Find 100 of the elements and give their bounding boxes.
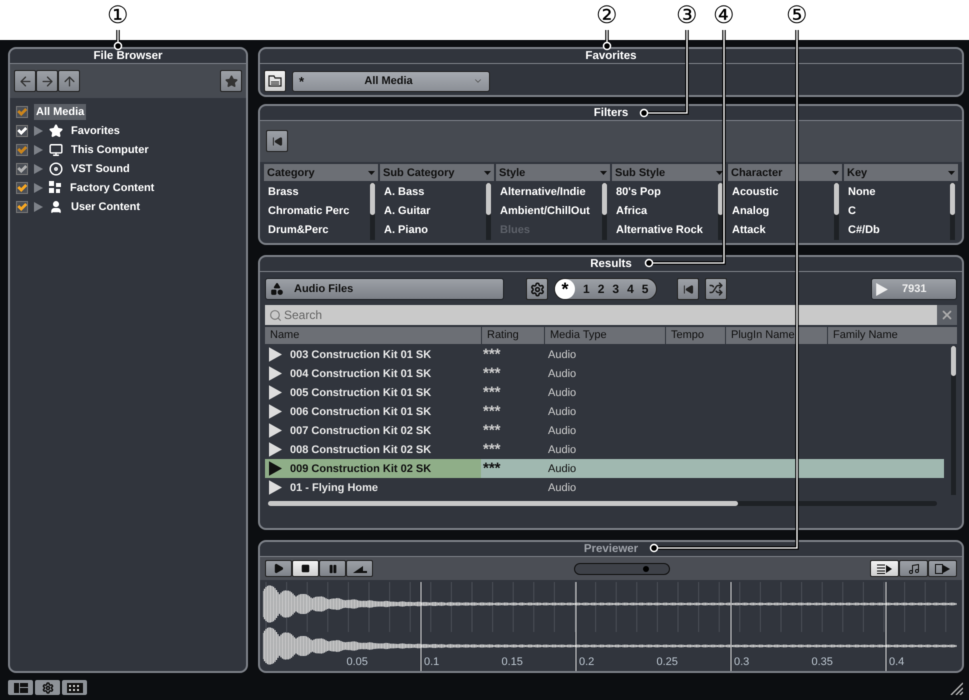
- clear-button[interactable]: [937, 305, 957, 325]
- filter-item[interactable]: A. Guitar: [384, 202, 479, 221]
- scrollbar[interactable]: [268, 501, 937, 506]
- search-icon: [269, 308, 282, 322]
- callout-number: ①: [107, 0, 129, 30]
- tree-item[interactable]: User Content: [69, 198, 142, 214]
- level-button[interactable]: [346, 560, 373, 577]
- pause-icon: [328, 564, 338, 574]
- layout-button[interactable]: [8, 680, 33, 695]
- settings-button[interactable]: [526, 278, 548, 300]
- rating-option[interactable]: 1: [583, 282, 590, 296]
- panel-title: Previewer: [584, 543, 638, 555]
- ruler-label: 0.2: [579, 656, 594, 668]
- blocks-icon: [49, 181, 62, 194]
- result-row[interactable]: 01 - Flying Home Audio: [265, 478, 944, 497]
- tree-item[interactable]: Factory Content: [68, 180, 156, 196]
- scrollbar[interactable]: [834, 183, 839, 240]
- filter-item[interactable]: C: [848, 202, 943, 221]
- settings-button[interactable]: [35, 680, 60, 695]
- tree-item[interactable]: This Computer: [69, 142, 151, 158]
- music-play-button[interactable]: [899, 560, 928, 577]
- filter-item[interactable]: Analog: [732, 202, 827, 221]
- scrollbar[interactable]: [602, 183, 607, 240]
- reset-button[interactable]: [677, 278, 700, 300]
- filter-item[interactable]: Alternative/Indie: [500, 183, 595, 202]
- column-header[interactable]: Name: [265, 327, 481, 344]
- filter-column-header[interactable]: Sub Category: [380, 164, 494, 181]
- column-header[interactable]: PlugIn Name: [726, 327, 827, 344]
- stop-button[interactable]: [292, 560, 319, 577]
- shuffle-button[interactable]: [705, 278, 728, 300]
- filter-item[interactable]: None: [848, 183, 943, 202]
- filter-item[interactable]: Chromatic Perc: [268, 202, 363, 221]
- play-button[interactable]: [265, 560, 292, 577]
- favorites-dropdown[interactable]: * All Media: [292, 70, 490, 92]
- result-row[interactable]: 005 Construction Kit 01 SK *** Audio: [265, 383, 944, 402]
- scrollbar[interactable]: [486, 183, 491, 240]
- table-cell-text: Audio: [547, 406, 578, 418]
- filter-column-header[interactable]: Category: [264, 164, 378, 181]
- result-row[interactable]: 008 Construction Kit 02 SK *** Audio: [265, 440, 944, 459]
- filter-item[interactable]: Africa: [616, 202, 711, 221]
- result-row[interactable]: 004 Construction Kit 01 SK *** Audio: [265, 364, 944, 383]
- result-row[interactable]: 003 Construction Kit 01 SK *** Audio: [265, 345, 944, 364]
- filter-column-header[interactable]: Style: [496, 164, 610, 181]
- table-cell-text: Audio: [547, 424, 578, 436]
- play-icon: [269, 385, 282, 400]
- caret-icon: [716, 170, 723, 174]
- rating-option[interactable]: 3: [612, 282, 620, 296]
- media-type-button[interactable]: Audio Files: [265, 278, 504, 300]
- add-favorite-button[interactable]: [220, 70, 242, 92]
- play-icon: [269, 347, 282, 362]
- column-header[interactable]: Tempo: [666, 327, 725, 344]
- resize-grip-icon[interactable]: [949, 680, 963, 694]
- result-row[interactable]: 009 Construction Kit 02 SK *** Audio: [265, 459, 944, 478]
- forward-button[interactable]: [36, 70, 58, 92]
- keyboard-button[interactable]: [62, 680, 87, 695]
- scrollbar[interactable]: [718, 183, 723, 240]
- folder-button[interactable]: [264, 70, 286, 92]
- up-button[interactable]: [58, 70, 80, 92]
- result-row[interactable]: 006 Construction Kit 01 SK *** Audio: [265, 402, 944, 421]
- callout-number: ⑤: [786, 0, 808, 30]
- cycle-play-button[interactable]: [928, 560, 957, 577]
- filter-item[interactable]: Drum&Perc: [268, 221, 363, 240]
- auto-play-button[interactable]: [870, 560, 899, 577]
- scrollbar[interactable]: [950, 183, 955, 240]
- result-row[interactable]: 007 Construction Kit 02 SK *** Audio: [265, 421, 944, 440]
- scrollbar[interactable]: [951, 346, 956, 495]
- tree-item[interactable]: VST Sound: [69, 160, 132, 176]
- scrollbar[interactable]: [370, 183, 375, 240]
- skip-back-icon: [272, 136, 282, 146]
- close-icon: [940, 308, 954, 322]
- tree-item[interactable]: All Media: [34, 104, 86, 120]
- pause-button[interactable]: [319, 560, 346, 577]
- filter-column-header[interactable]: Character: [728, 164, 842, 181]
- column-header[interactable]: Family Name: [828, 327, 957, 344]
- play-icon: [269, 442, 282, 457]
- filter-item[interactable]: 80's Pop: [616, 183, 711, 202]
- back-button[interactable]: [14, 70, 36, 92]
- results-count: 7931: [902, 283, 926, 295]
- filter-item[interactable]: Ambient/ChillOut: [500, 202, 595, 221]
- disc-icon: [49, 162, 63, 176]
- rating-option[interactable]: 5: [642, 282, 648, 296]
- search-field[interactable]: Search: [282, 305, 937, 325]
- slider-thumb[interactable]: [642, 566, 649, 572]
- play-icon: [269, 366, 282, 381]
- rating-option[interactable]: *: [555, 279, 575, 299]
- filter-item[interactable]: Attack: [732, 221, 827, 240]
- rating-option[interactable]: 4: [627, 282, 634, 296]
- tree-item[interactable]: Favorites: [69, 122, 122, 138]
- column-header[interactable]: Rating: [482, 327, 544, 344]
- filter-item[interactable]: C#/Db: [848, 221, 943, 240]
- filter-item[interactable]: Brass: [268, 183, 363, 202]
- column-header[interactable]: Media Type: [545, 327, 665, 344]
- filter-item[interactable]: Alternative Rock: [616, 221, 711, 240]
- filter-item[interactable]: A. Bass: [384, 183, 479, 202]
- filter-item[interactable]: Acoustic: [732, 183, 827, 202]
- filter-column-header[interactable]: Key: [844, 164, 958, 181]
- reset-button[interactable]: [266, 130, 288, 152]
- volume-slider[interactable]: [574, 562, 670, 574]
- rating-option[interactable]: 2: [598, 282, 604, 296]
- filter-item[interactable]: A. Piano: [384, 221, 479, 240]
